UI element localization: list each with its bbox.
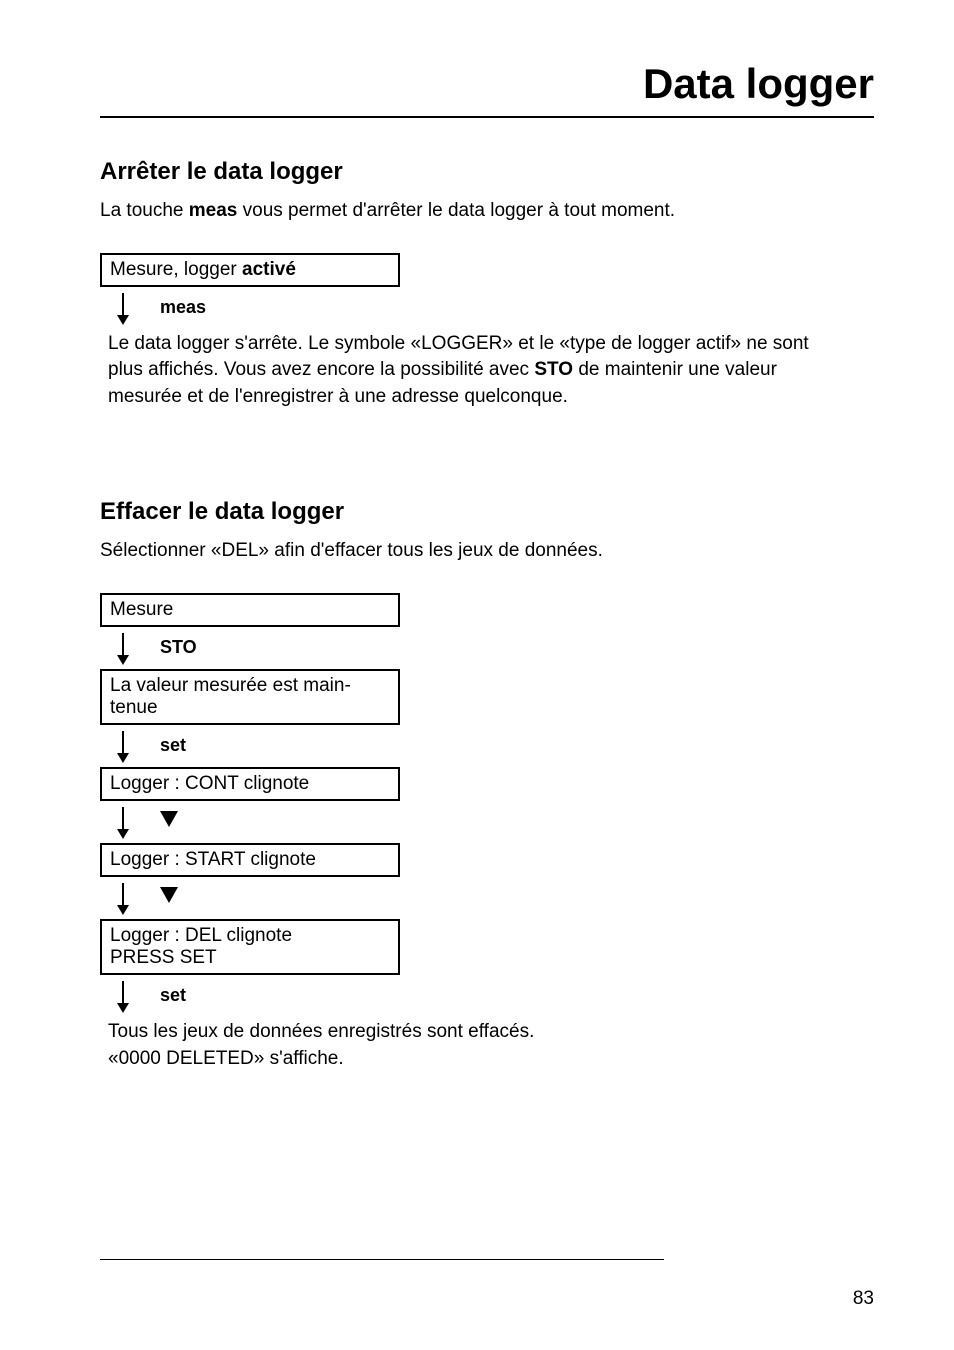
step-box-b5: Logger : DEL clignote PRESS SET <box>100 919 400 975</box>
triangle-down-icon <box>160 811 178 832</box>
intro-bold: meas <box>189 200 238 221</box>
down-arrow-icon <box>114 805 132 839</box>
section-a-intro: La touche meas vous permet d'arrêter le … <box>100 198 874 225</box>
box-bold: activé <box>242 259 296 280</box>
step-box-b4: Logger : START clignote <box>100 843 400 877</box>
step-box-b3: Logger : CONT clignote <box>100 767 400 801</box>
arrow-label-a1: meas <box>160 297 206 318</box>
arrow-a1: meas <box>114 291 874 325</box>
arrow-label-b2: set <box>160 735 186 756</box>
intro-post: vous permet d'arrêter le data logger à t… <box>237 200 675 221</box>
page-number: 83 <box>853 1288 874 1310</box>
down-arrow-icon <box>114 631 132 665</box>
step-box-b1: Mesure <box>100 593 400 627</box>
arrow-b3 <box>114 805 874 839</box>
arrow-b2: set <box>114 729 874 763</box>
down-arrow-icon <box>114 729 132 763</box>
arrow-label-b5: set <box>160 985 186 1006</box>
step-box-a1: Mesure, logger activé <box>100 253 400 287</box>
step-box-b2: La valeur mesurée est main­tenue <box>100 669 400 725</box>
down-arrow-icon <box>114 881 132 915</box>
bottom-rule <box>100 1259 664 1260</box>
arrow-b5: set <box>114 979 874 1013</box>
result-bold: STO <box>534 359 573 380</box>
down-arrow-icon <box>114 979 132 1013</box>
box-pre: Mesure, logger <box>110 259 242 280</box>
section-a-result: Le data logger s'arrête. Le symbole «LOG… <box>108 331 838 411</box>
arrow-b4 <box>114 881 874 915</box>
section-b-heading: Effacer le data logger <box>100 498 874 526</box>
result-line2: «0000 DELETED» s'affiche. <box>108 1046 838 1073</box>
down-arrow-icon <box>114 291 132 325</box>
triangle-down-icon <box>160 887 178 908</box>
step5-line1: Logger : DEL clignote <box>110 925 390 947</box>
intro-pre: La touche <box>100 200 189 221</box>
arrow-label-b1: STO <box>160 637 197 658</box>
section-b-result: Tous les jeux de données enregistrés son… <box>108 1019 838 1072</box>
section-b-intro: Sélectionner «DEL» afin d'effacer tous l… <box>100 538 874 565</box>
page-title: Data logger <box>100 60 874 118</box>
arrow-b1: STO <box>114 631 874 665</box>
section-a-heading: Arrêter le data logger <box>100 158 874 186</box>
result-line1: Tous les jeux de données enregistrés son… <box>108 1019 838 1046</box>
step5-line2: PRESS SET <box>110 947 390 969</box>
